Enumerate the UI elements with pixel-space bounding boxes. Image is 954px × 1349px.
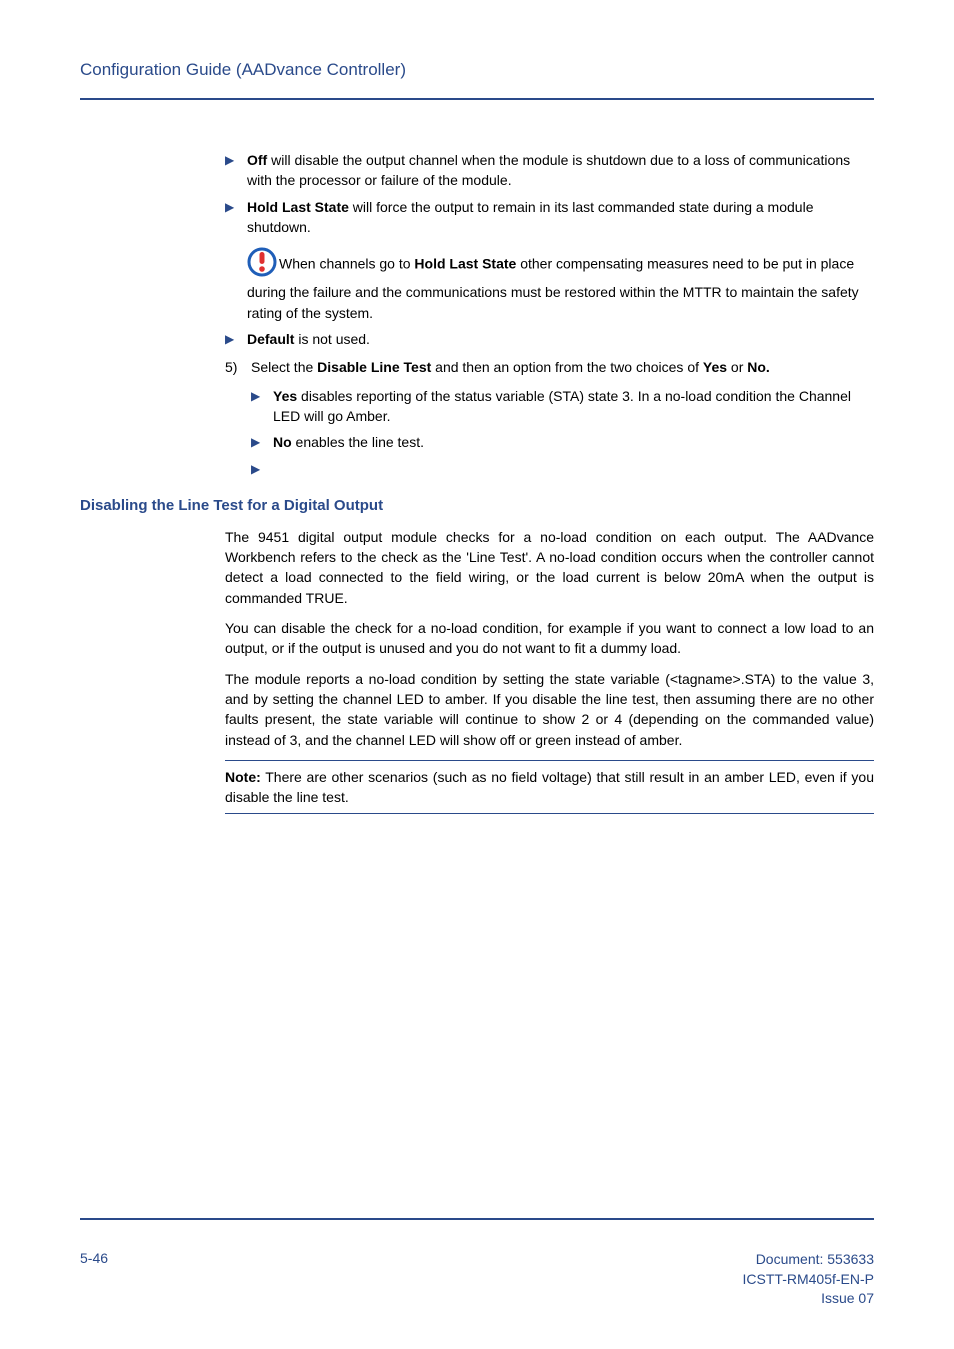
triangle-right-icon: ▶	[251, 386, 273, 427]
note-divider-top	[225, 760, 874, 761]
note-block: Note: There are other scenarios (such as…	[225, 767, 874, 808]
warning-block: When channels go to Hold Last State othe…	[247, 247, 874, 323]
page-footer: 5-46 Document: 553633 ICSTT-RM405f-EN-P …	[80, 1210, 874, 1309]
page-number: 5-46	[80, 1250, 108, 1309]
content-body: ▶ Off will disable the output channel wh…	[225, 150, 874, 814]
header-divider	[80, 98, 874, 100]
footer-code: ICSTT-RM405f-EN-P	[743, 1270, 874, 1290]
paragraph: The 9451 digital output module checks fo…	[225, 527, 874, 608]
footer-doc: Document: 553633	[743, 1250, 874, 1270]
note-divider-bottom	[225, 813, 874, 814]
bullet-label: Yes	[273, 388, 297, 404]
step-pre: Select the	[251, 359, 317, 375]
footer-issue: Issue 07	[743, 1289, 874, 1309]
triangle-right-icon: ▶	[225, 197, 247, 323]
list-item: ▶ No enables the line test.	[251, 432, 874, 452]
step-bold2: Yes	[703, 359, 727, 375]
bullet-text: is not used.	[294, 331, 370, 347]
triangle-right-icon: ▶	[251, 432, 273, 452]
warning-pre: When channels go to	[279, 256, 414, 272]
list-item: ▶ Default is not used.	[225, 329, 874, 349]
step-mid2: or	[727, 359, 747, 375]
bullet-label: Hold Last State	[247, 199, 349, 215]
bullet-label: Off	[247, 152, 267, 168]
section-heading: Disabling the Line Test for a Digital Ou…	[80, 495, 874, 517]
footer-divider	[80, 1218, 874, 1220]
warning-bold: Hold Last State	[414, 256, 516, 272]
list-item: ▶	[251, 459, 874, 479]
triangle-right-icon: ▶	[225, 329, 247, 349]
page-title: Configuration Guide (AADvance Controller…	[80, 60, 874, 80]
bullet-label: No	[273, 434, 292, 450]
step-bold3: No.	[747, 359, 770, 375]
bullet-text: disables reporting of the status variabl…	[273, 388, 851, 424]
note-label: Note:	[225, 769, 261, 785]
list-item: ▶ Yes disables reporting of the status v…	[251, 386, 874, 427]
list-item: ▶ Off will disable the output channel wh…	[225, 150, 874, 191]
step-bold1: Disable Line Test	[317, 359, 431, 375]
triangle-right-icon: ▶	[225, 150, 247, 191]
bullet-text: enables the line test.	[292, 434, 424, 450]
list-item: ▶ Hold Last State will force the output …	[225, 197, 874, 323]
bullet-text: will disable the output channel when the…	[247, 152, 850, 188]
warning-icon	[247, 247, 277, 282]
paragraph: You can disable the check for a no-load …	[225, 618, 874, 659]
triangle-right-icon: ▶	[251, 459, 273, 479]
step-number: 5)	[225, 357, 251, 377]
bullet-label: Default	[247, 331, 294, 347]
step-mid: and then an option from the two choices …	[431, 359, 703, 375]
paragraph: The module reports a no-load condition b…	[225, 669, 874, 750]
note-text: There are other scenarios (such as no fi…	[225, 769, 874, 805]
numbered-step: 5) Select the Disable Line Test and then…	[225, 357, 874, 377]
